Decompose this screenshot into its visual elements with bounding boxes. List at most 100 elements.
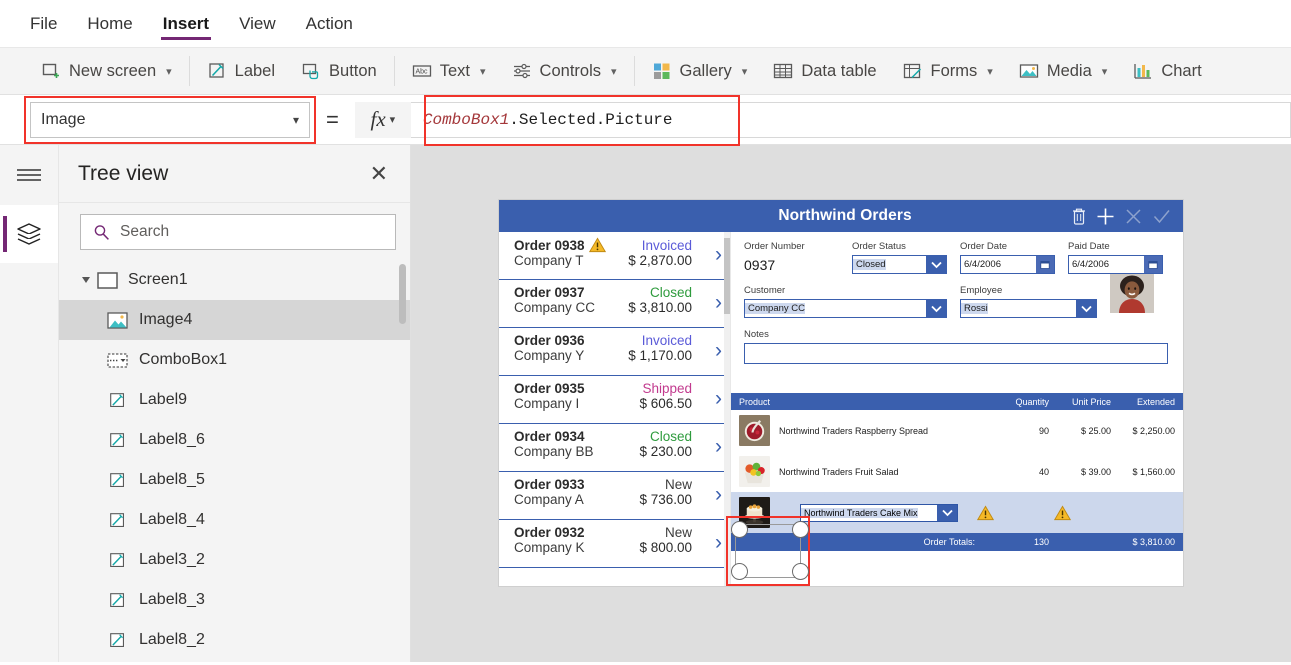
search-input[interactable]: Search <box>80 214 396 250</box>
order-date-input[interactable]: 6/4/2006 <box>960 255 1055 274</box>
ribbon-text-button[interactable]: Abc Text ▾ <box>399 48 499 94</box>
chevron-down-icon[interactable] <box>926 256 946 273</box>
ribbon-text-label: Text <box>439 61 471 80</box>
ribbon-chart-button[interactable]: Chart <box>1120 48 1214 94</box>
chevron-down-icon[interactable] <box>1076 300 1096 317</box>
chevron-down-icon[interactable]: ▾ <box>1102 65 1108 78</box>
label-icon <box>110 392 125 407</box>
chevron-right-icon[interactable]: › <box>715 388 722 409</box>
chevron-right-icon[interactable]: › <box>715 532 722 553</box>
product-combobox[interactable]: Northwind Traders Cake Mix <box>800 503 958 522</box>
notes-label: Notes <box>744 329 769 340</box>
ribbon-new-screen-button[interactable]: New screen ▾ <box>28 48 185 94</box>
order-date-label: Order Date <box>960 241 1007 252</box>
ribbon-button-button[interactable]: Button <box>288 48 390 94</box>
customer-dropdown[interactable]: Company CC <box>744 299 947 318</box>
employee-dropdown[interactable]: Rossi <box>960 299 1097 318</box>
resize-handle-top-left[interactable] <box>731 521 748 538</box>
employee-value: Rossi <box>961 303 988 314</box>
cancel-icon[interactable] <box>1124 207 1143 226</box>
order-list-item[interactable]: Order 0938 Invoiced Company T $ 2,870.00… <box>499 232 730 280</box>
order-list-item[interactable]: Order 0936 Invoiced Company Y $ 1,170.00… <box>499 328 730 376</box>
ribbon-forms-button[interactable]: Forms ▾ <box>890 48 1006 94</box>
resize-handle-bottom-right[interactable] <box>792 563 809 580</box>
formula-rest: .Selected.Picture <box>509 110 673 129</box>
product-thumbnail <box>739 456 770 487</box>
chevron-down-icon[interactable] <box>937 504 957 521</box>
tree-item-combobox1[interactable]: ComboBox1 <box>59 340 410 380</box>
chevron-down-icon[interactable]: ▾ <box>480 65 486 78</box>
order-list-item[interactable]: Order 0937 Closed Company CC $ 3,810.00 … <box>499 280 730 328</box>
menu-item-insert[interactable]: Insert <box>160 0 212 48</box>
chevron-down-icon[interactable]: ▾ <box>742 65 748 78</box>
chevron-right-icon[interactable]: › <box>715 436 722 457</box>
gallery-scrollbar-thumb[interactable] <box>724 238 730 314</box>
menu-item-view[interactable]: View <box>237 0 278 48</box>
calendar-icon[interactable] <box>1144 256 1162 273</box>
hamburger-menu-button[interactable] <box>0 145 58 205</box>
tree-item-image4[interactable]: Image4 <box>59 300 410 340</box>
ribbon-label-button[interactable]: Label <box>194 48 288 94</box>
delete-icon[interactable] <box>1071 207 1087 225</box>
order-list-item[interactable]: Order 0932 New Company K $ 800.00 › <box>499 520 730 568</box>
tree-item-label8-3[interactable]: Label8_3 <box>59 580 410 620</box>
product-row[interactable]: Northwind Traders Raspberry Spread 90 $ … <box>731 410 1183 451</box>
chevron-down-icon[interactable] <box>926 300 946 317</box>
menu-item-action[interactable]: Action <box>304 0 355 48</box>
tree-view-scrollbar[interactable] <box>399 264 406 324</box>
order-number: Order 0935 <box>514 381 585 396</box>
tree-item-label8-4[interactable]: Label8_4 <box>59 500 410 540</box>
confirm-icon[interactable] <box>1152 207 1171 226</box>
tree-item-label8-6[interactable]: Label8_6 <box>59 420 410 460</box>
product-row[interactable]: Northwind Traders Fruit Salad 40 $ 39.00… <box>731 451 1183 492</box>
chevron-right-icon[interactable]: › <box>715 292 722 313</box>
label-icon <box>207 61 227 81</box>
chevron-down-icon[interactable]: ▾ <box>611 65 617 78</box>
chevron-right-icon[interactable]: › <box>715 484 722 505</box>
field-employee: Employee Rossi <box>960 285 1097 318</box>
formula-input[interactable]: ComboBox1 .Selected.Picture <box>410 101 1291 138</box>
menu-bar: File Home Insert View Action <box>0 0 1291 48</box>
chevron-right-icon[interactable]: › <box>715 244 722 265</box>
chevron-down-icon: ▾ <box>292 112 299 127</box>
menu-item-home[interactable]: Home <box>85 0 134 48</box>
tree-item-screen1[interactable]: Screen1 <box>59 260 410 300</box>
add-icon[interactable] <box>1096 207 1115 226</box>
menu-item-file[interactable]: File <box>28 0 59 48</box>
order-status-dropdown[interactable]: Closed <box>852 255 947 274</box>
order-list-item[interactable]: Order 0934 Closed Company BB $ 230.00 › <box>499 424 730 472</box>
property-select[interactable]: Image ▾ <box>24 95 316 144</box>
column-header-extended: Extended <box>1136 396 1175 407</box>
order-list-item[interactable]: Order 0933 New Company A $ 736.00 › <box>499 472 730 520</box>
tree-item-label3-2[interactable]: Label3_2 <box>59 540 410 580</box>
tree-item-label9[interactable]: Label9 <box>59 380 410 420</box>
close-icon[interactable]: ✕ <box>370 162 388 185</box>
notes-input[interactable] <box>744 343 1168 364</box>
gallery-icon <box>652 61 672 81</box>
ribbon-gallery-button[interactable]: Gallery ▾ <box>639 48 761 94</box>
tree-item-label8-2[interactable]: Label8_2 <box>59 620 410 660</box>
tree-item-label: Screen1 <box>128 271 188 288</box>
field-order-number: Order Number 0937 <box>744 241 839 274</box>
chevron-down-icon[interactable]: ▾ <box>166 65 172 78</box>
order-list-item[interactable]: Order 0935 Shipped Company I $ 606.50 › <box>499 376 730 424</box>
ribbon-media-button[interactable]: Media ▾ <box>1006 48 1120 94</box>
form-row-1: Order Number 0937 Order Status Closed Or… <box>744 241 1183 274</box>
tree-item-label8-5[interactable]: Label8_5 <box>59 460 410 500</box>
chevron-down-icon[interactable]: ▾ <box>987 65 993 78</box>
resize-handle-bottom-left[interactable] <box>731 563 748 580</box>
orders-gallery[interactable]: Order 0938 Invoiced Company T $ 2,870.00… <box>499 232 731 586</box>
calendar-icon[interactable] <box>1036 256 1054 273</box>
ribbon-gallery-label: Gallery <box>679 61 732 80</box>
fx-button[interactable]: fx ▾ <box>354 101 411 138</box>
ribbon-controls-button[interactable]: Controls ▾ <box>499 48 630 94</box>
chevron-expanded-icon[interactable] <box>79 273 93 287</box>
ribbon-data-table-button[interactable]: Data table <box>760 48 889 94</box>
tree-item-label: Label8_6 <box>139 431 205 448</box>
order-amount: $ 230.00 <box>639 444 692 459</box>
chevron-right-icon[interactable]: › <box>715 340 722 361</box>
gallery-scrollbar-track[interactable] <box>724 232 730 586</box>
rail-item-tree-view[interactable] <box>0 205 58 263</box>
resize-handle-top-right[interactable] <box>792 521 809 538</box>
paid-date-input[interactable]: 6/4/2006 <box>1068 255 1163 274</box>
